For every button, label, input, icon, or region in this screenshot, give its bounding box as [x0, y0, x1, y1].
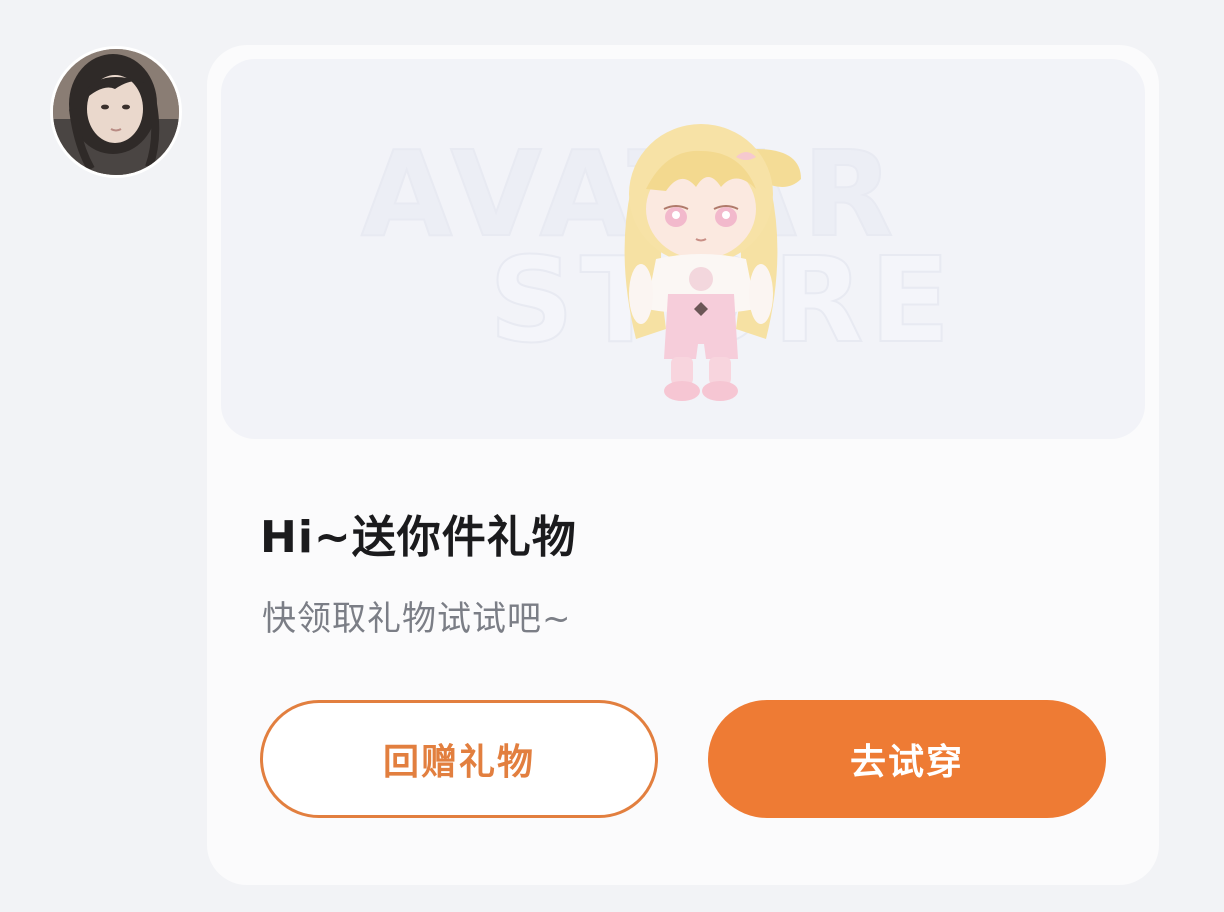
- gift-message-card[interactable]: AVATAR STORE: [207, 45, 1159, 885]
- gift-preview: AVATAR STORE: [221, 59, 1145, 439]
- sender-avatar[interactable]: [50, 46, 182, 178]
- user-avatar-photo-icon: [53, 49, 179, 175]
- chibi-avatar-outfit-icon: [624, 124, 801, 401]
- gift-subtitle: 快领取礼物试试吧~: [262, 599, 572, 639]
- gift-title: Hi~送你件礼物: [260, 512, 577, 563]
- return-gift-button[interactable]: 回赠礼物: [260, 700, 658, 818]
- try-on-button[interactable]: 去试穿: [708, 700, 1106, 818]
